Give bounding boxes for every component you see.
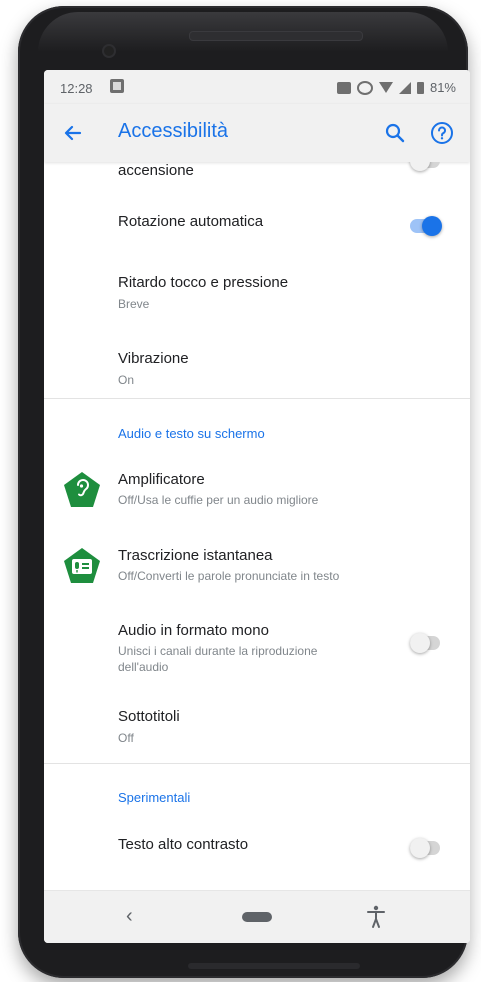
high-contrast-toggle[interactable] (410, 838, 440, 858)
app-bar: Accessibilità (44, 104, 470, 162)
bottom-speaker (188, 963, 360, 969)
battery-icon (416, 81, 424, 94)
row-title: Ritardo tocco e pressione (118, 274, 289, 291)
row-title: accensione (118, 162, 194, 179)
toggle-knob (422, 216, 442, 236)
back-icon[interactable]: ‹ (126, 905, 133, 928)
row-title: Testo alto contrasto (118, 836, 249, 853)
toggle-knob (410, 162, 430, 171)
accessibility-icon[interactable] (366, 905, 386, 929)
list-item-touch-delay[interactable]: Ritardo tocco e pressione Breve (44, 258, 470, 328)
divider (44, 763, 470, 764)
section-header-audio: Audio e testo su schermo (118, 426, 265, 441)
row-subtitle: Off/Usa le cuffie per un audio migliore (118, 493, 319, 507)
toggle-knob (410, 633, 430, 653)
row-subtitle: Off (118, 731, 134, 745)
row-title: Trascrizione istantanea (118, 547, 273, 564)
section-header-experimental: Sperimentali (118, 790, 191, 805)
nfc-icon (336, 81, 351, 94)
list-item-high-contrast-text[interactable]: Testo alto contrasto (44, 822, 470, 874)
help-icon (431, 122, 453, 144)
row-title: Sottotitoli (118, 708, 180, 725)
page-title: Accessibilità (118, 120, 229, 142)
status-bar: 12:28 81% (44, 70, 470, 104)
auto-rotate-toggle[interactable] (410, 216, 442, 236)
status-time: 12:28 (60, 81, 93, 96)
navigation-bar: ‹ (44, 890, 470, 943)
row-title: Amplificatore (118, 471, 205, 488)
front-camera (104, 46, 114, 56)
battery-percentage: 81% (429, 80, 456, 95)
row-subtitle: Off/Converti le parole pronunciate in te… (118, 569, 340, 583)
list-item-captions[interactable]: Sottotitoli Off (44, 694, 470, 762)
earpiece-speaker (189, 31, 363, 41)
row-subtitle: On (118, 373, 135, 387)
status-icons: 81% (336, 80, 456, 95)
home-pill-icon[interactable] (242, 912, 272, 922)
vibrate-icon (356, 80, 373, 95)
signal-icon (398, 81, 411, 94)
toggle-knob (410, 838, 430, 858)
list-item-power-button[interactable]: accensione (44, 162, 470, 192)
divider (44, 398, 470, 399)
back-button[interactable] (58, 118, 88, 148)
amplifier-icon (64, 472, 100, 507)
settings-list: accensione Rotazione automatica Ritardo … (44, 162, 470, 890)
back-arrow-icon (64, 125, 82, 141)
wifi-icon (378, 82, 393, 93)
search-icon (385, 123, 405, 143)
list-item-amplifier[interactable]: Amplificatore Off/Usa le cuffie per un a… (44, 456, 470, 524)
list-item-vibration[interactable]: Vibrazione On (44, 334, 470, 404)
image-icon (110, 79, 124, 93)
row-title: Audio in formato mono (118, 622, 269, 639)
help-button[interactable] (429, 120, 455, 146)
row-subtitle-line2: dell'audio (118, 660, 169, 674)
row-title: Vibrazione (118, 350, 189, 367)
power-button-toggle[interactable] (410, 162, 440, 171)
live-transcribe-icon (64, 548, 100, 583)
row-subtitle-line1: Unisci i canali durante la riproduzione (118, 644, 318, 658)
search-button[interactable] (382, 120, 408, 146)
list-item-auto-rotate[interactable]: Rotazione automatica (44, 198, 470, 250)
screen: 12:28 81% Accessibilità accensione Rotaz… (44, 70, 470, 943)
row-subtitle: Breve (118, 297, 150, 311)
list-item-live-transcribe[interactable]: Trascrizione istantanea Off/Converti le … (44, 532, 470, 600)
row-title: Rotazione automatica (118, 213, 264, 230)
mono-audio-toggle[interactable] (410, 633, 440, 653)
list-item-mono-audio[interactable]: Audio in formato mono Unisci i canali du… (44, 608, 470, 692)
